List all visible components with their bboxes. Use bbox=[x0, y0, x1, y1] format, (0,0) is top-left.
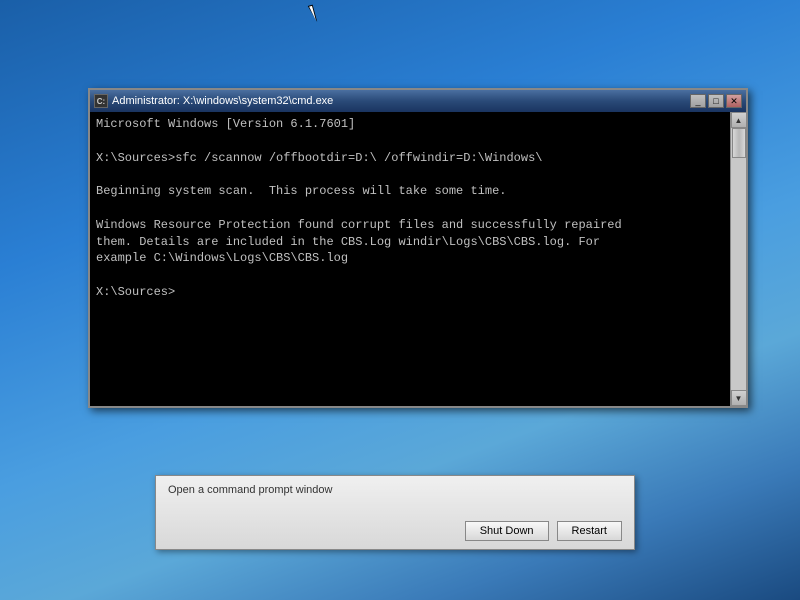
scrollbar-down-arrow[interactable]: ▼ bbox=[731, 390, 747, 406]
recovery-text: Open a command prompt window bbox=[168, 484, 622, 496]
cmd-close-button[interactable]: ✕ bbox=[726, 94, 742, 108]
cmd-body: Microsoft Windows [Version 6.1.7601] X:\… bbox=[90, 112, 746, 406]
scrollbar-up-arrow[interactable]: ▲ bbox=[731, 112, 747, 128]
shutdown-button[interactable]: Shut Down bbox=[465, 521, 549, 541]
mouse-cursor bbox=[310, 5, 322, 25]
cmd-output[interactable]: Microsoft Windows [Version 6.1.7601] X:\… bbox=[90, 112, 730, 406]
scrollbar-track[interactable] bbox=[731, 128, 746, 390]
recovery-dialog: Open a command prompt window Shut Down R… bbox=[155, 475, 635, 550]
cmd-window-controls: _ □ ✕ bbox=[690, 94, 742, 108]
cmd-title: Administrator: X:\windows\system32\cmd.e… bbox=[112, 95, 690, 107]
cmd-maximize-button[interactable]: □ bbox=[708, 94, 724, 108]
cmd-icon: C: bbox=[94, 94, 108, 108]
cmd-window: C: Administrator: X:\windows\system32\cm… bbox=[88, 88, 748, 408]
recovery-buttons: Shut Down Restart bbox=[168, 521, 622, 541]
restart-button[interactable]: Restart bbox=[557, 521, 622, 541]
scrollbar-thumb[interactable] bbox=[732, 128, 746, 158]
cmd-titlebar: C: Administrator: X:\windows\system32\cm… bbox=[90, 90, 746, 112]
cmd-scrollbar[interactable]: ▲ ▼ bbox=[730, 112, 746, 406]
cmd-minimize-button[interactable]: _ bbox=[690, 94, 706, 108]
desktop: C: Administrator: X:\windows\system32\cm… bbox=[0, 0, 800, 600]
